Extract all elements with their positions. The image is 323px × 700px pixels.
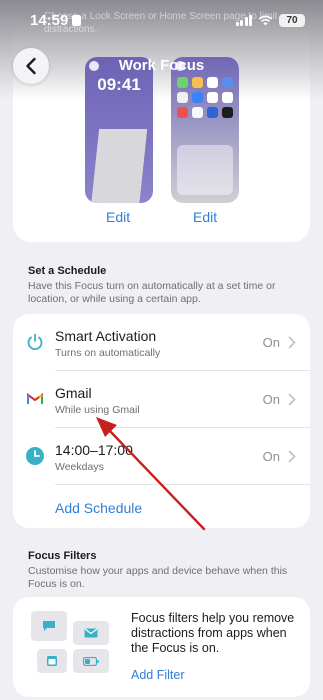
calendar-icon — [37, 649, 67, 673]
status-bar: 14:59 70 — [0, 0, 323, 40]
schedule-row-smart-activation[interactable]: Smart Activation Turns on automatically … — [13, 314, 310, 371]
power-icon — [25, 332, 45, 352]
filters-section-heading: Focus Filters — [28, 550, 97, 562]
message-bubble-icon — [31, 611, 67, 641]
home-screen-edit-link[interactable]: Edit — [193, 209, 217, 225]
schedule-section-heading: Set a Schedule — [28, 265, 107, 277]
wifi-icon — [258, 15, 273, 25]
home-blurred-widgets — [177, 145, 233, 195]
add-schedule-button[interactable]: Add Schedule — [55, 500, 142, 516]
chevron-right-icon — [288, 393, 296, 406]
wallpaper-building-image — [90, 129, 148, 203]
row-subtitle: Turns on automatically — [55, 347, 161, 359]
schedule-row-gmail[interactable]: Gmail While using Gmail On — [13, 371, 310, 428]
schedule-row-time[interactable]: 14:00–17:00 Weekdays On — [13, 428, 310, 485]
lock-screen-clock: 09:41 — [97, 75, 141, 94]
chevron-right-icon — [288, 336, 296, 349]
mail-icon — [73, 621, 109, 645]
row-title: Gmail — [55, 385, 92, 401]
lock-screen-preview[interactable]: 09:41 — [85, 57, 153, 203]
row-state: On — [262, 449, 280, 464]
row-state: On — [262, 392, 280, 407]
row-subtitle: Weekdays — [55, 461, 104, 473]
home-screen-preview[interactable] — [171, 57, 239, 203]
lock-screen-edit-link[interactable]: Edit — [106, 209, 130, 225]
filters-section-description: Customise how your apps and device behav… — [28, 565, 288, 590]
filter-illustration — [27, 611, 119, 677]
row-subtitle: While using Gmail — [55, 404, 140, 416]
gmail-icon — [25, 389, 45, 409]
cellular-signal-icon — [235, 14, 252, 26]
row-title: Smart Activation — [55, 328, 157, 344]
sim-card-icon — [72, 14, 82, 26]
add-filter-button[interactable]: Add Filter — [131, 668, 185, 682]
clock-icon — [25, 446, 45, 466]
row-divider — [55, 484, 310, 485]
chevron-right-icon — [288, 450, 296, 463]
schedule-card: Smart Activation Turns on automatically … — [13, 314, 310, 528]
page-title: Work Focus — [118, 57, 205, 74]
status-time: 14:59 — [30, 11, 69, 29]
row-title: 14:00–17:00 — [55, 442, 133, 458]
filters-card-text: Focus filters help you remove distractio… — [131, 611, 295, 655]
row-state: On — [262, 335, 280, 350]
battery-indicator: 70 — [279, 13, 305, 27]
home-app-grid — [177, 77, 233, 118]
schedule-section-description: Have this Focus turn on automatically at… — [28, 280, 276, 305]
battery-icon — [73, 649, 109, 673]
system-icons: 70 — [235, 13, 305, 27]
focus-filters-card: Focus filters help you remove distractio… — [13, 597, 310, 697]
status-time-group: 14:59 — [30, 11, 82, 29]
